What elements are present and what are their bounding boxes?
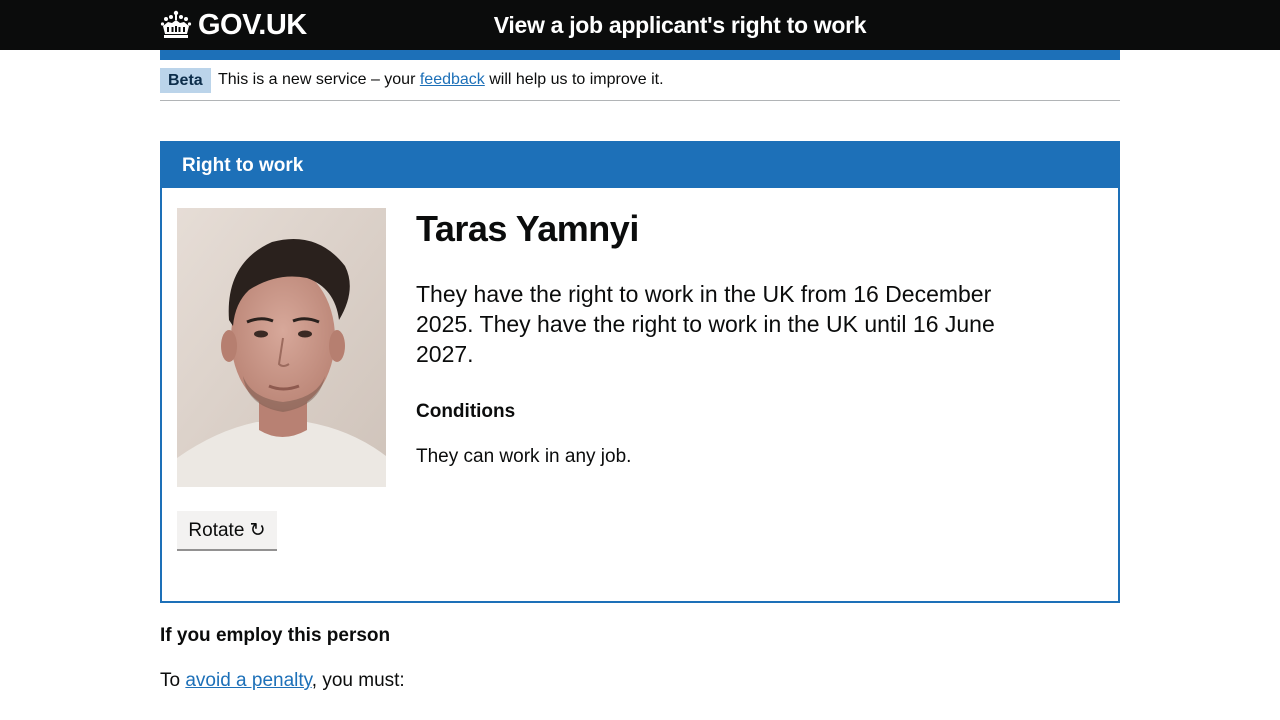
employ-heading: If you employ this person (160, 625, 391, 646)
phase-banner-text: This is a new service – your feedback wi… (218, 70, 664, 90)
feedback-link[interactable]: feedback (420, 71, 485, 88)
penalty-paragraph: To avoid a penalty, you must: (160, 669, 405, 693)
crown-icon (160, 10, 192, 38)
phase-banner: Beta This is a new service – your feedba… (160, 60, 1120, 101)
panel-title: Right to work (182, 155, 304, 176)
rotate-button[interactable]: Rotate ↻ (177, 511, 277, 549)
phase-text-before: This is a new service – your (218, 71, 420, 88)
service-name-link[interactable]: View a job applicant's right to work (440, 10, 920, 40)
header-accent-bar (160, 50, 1120, 60)
applicant-photo-image (177, 208, 386, 487)
avoid-penalty-link[interactable]: avoid a penalty (185, 670, 311, 691)
conditions-heading: Conditions (416, 401, 516, 422)
phase-text-after: will help us to improve it. (484, 71, 664, 88)
govuk-home-link[interactable]: GOV.UK (160, 6, 307, 44)
applicant-photo (177, 208, 386, 487)
right-to-work-panel: Right to work Rotate ↻ Taras Yamnyi They… (160, 141, 1120, 603)
right-to-work-text: They have the right to work in the UK fr… (416, 281, 995, 367)
site-header: GOV.UK View a job applicant's right to w… (0, 0, 1280, 50)
penalty-text-before: To (160, 670, 186, 691)
beta-tag: Beta (160, 68, 211, 93)
panel-header: Right to work (162, 143, 1118, 188)
applicant-name: Taras Yamnyi (416, 208, 639, 249)
penalty-text-after: , you must: (311, 670, 405, 691)
govuk-logo-text: GOV.UK (198, 8, 307, 41)
conditions-text: They can work in any job. (416, 446, 632, 467)
